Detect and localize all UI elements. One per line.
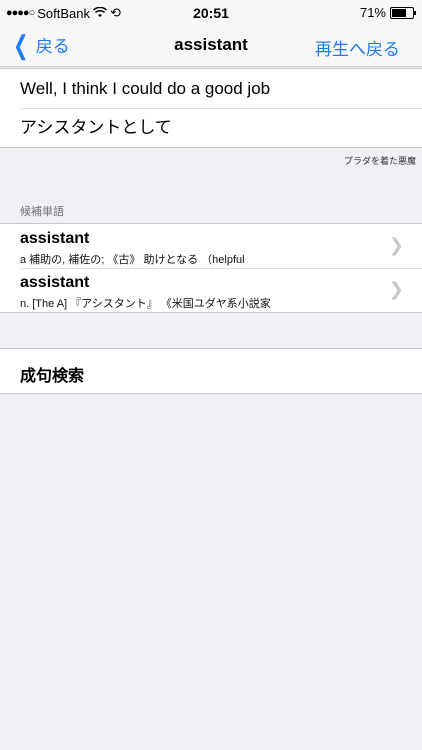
sentence-text: Well, I think I could do a good job	[20, 79, 271, 98]
candidate-word: assistant	[20, 274, 90, 291]
candidate-item[interactable]: assistant n. [The A] 『アシスタント』 《米国ユダヤ系小説家…	[0, 268, 422, 312]
source-title: プラダを着た悪魔	[343, 156, 416, 166]
status-time: 20:51	[193, 5, 229, 21]
status-bar: ●●●●○ SoftBank ⟲ 20:51 71%	[0, 0, 422, 26]
candidate-definition: n. [The A] 『アシスタント』 《米国ユダヤ系小説家	[20, 298, 271, 310]
translation-text: アシスタントとして	[0, 108, 422, 147]
phrase-search-label: 成句検索	[20, 368, 85, 385]
status-right: 71%	[359, 5, 416, 20]
chevron-right-icon: ❯	[388, 279, 404, 299]
navigation-bar: ❮ 戻る assistant 再生へ戻る	[0, 26, 422, 67]
context-group: Well, I think I could do a good job アシスタ…	[0, 68, 422, 148]
candidate-word: assistant	[20, 230, 90, 247]
return-to-playback-button[interactable]: 再生へ戻る	[315, 35, 400, 60]
candidates-header: 候補単語	[20, 206, 64, 218]
candidate-definition: a 補助の, 補佐の; 《古》 助けとなる （helpful	[20, 254, 245, 266]
candidates-list: assistant a 補助の, 補佐の; 《古》 助けとなる （helpful…	[0, 223, 422, 313]
candidate-item[interactable]: assistant a 補助の, 補佐の; 《古》 助けとなる （helpful…	[0, 224, 422, 268]
chevron-right-icon: ❯	[388, 235, 404, 255]
battery-icon	[390, 6, 416, 19]
battery-percent: 71%	[359, 5, 386, 20]
phrase-search-button[interactable]: 成句検索	[0, 348, 422, 394]
battery-fill	[392, 8, 406, 17]
